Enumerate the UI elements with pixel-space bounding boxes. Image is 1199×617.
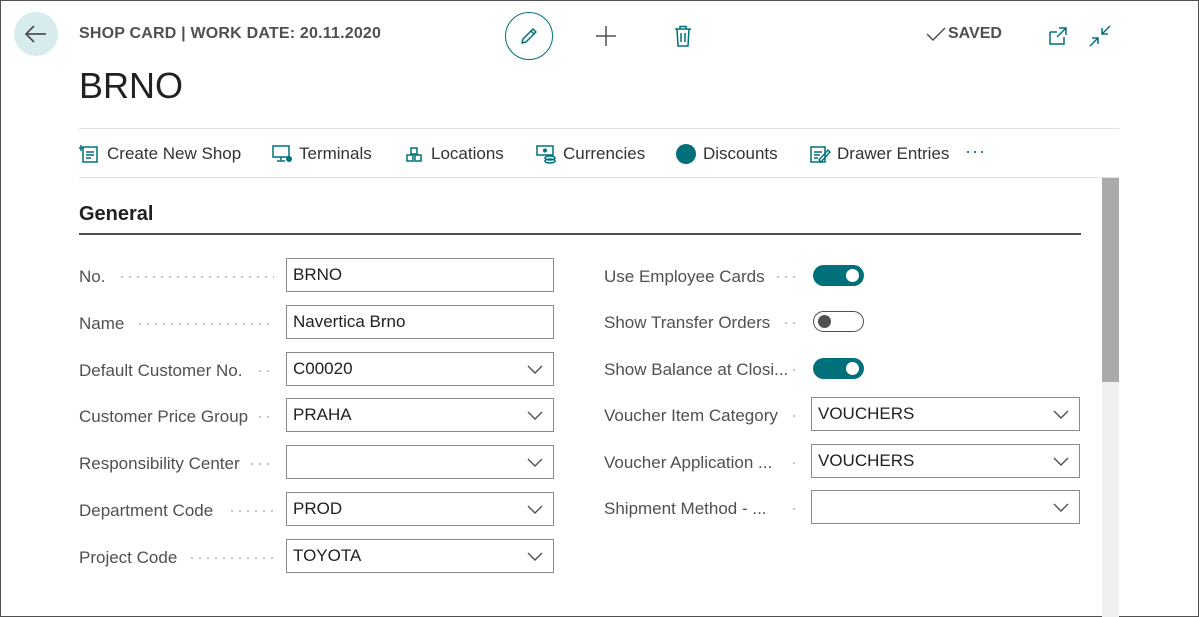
action-terminals[interactable]: Terminals	[271, 129, 372, 179]
label-dots	[782, 322, 800, 324]
action-label: Create New Shop	[107, 144, 242, 163]
use-employee-cards-toggle[interactable]	[813, 265, 864, 286]
open-new-window-button[interactable]	[1047, 25, 1069, 47]
no-field[interactable]: BRNO	[286, 258, 554, 292]
show-transfer-orders-toggle[interactable]	[813, 311, 864, 332]
voucher-item-category-dropdown[interactable]: VOUCHERS	[811, 397, 1080, 431]
field-label-shipment-method: Shipment Method - ...	[604, 499, 767, 518]
chevron-down-icon	[1053, 410, 1069, 419]
action-label: Currencies	[563, 144, 646, 163]
field-label-use-employee-cards: Use Employee Cards	[604, 267, 765, 286]
discounts-icon	[676, 144, 696, 164]
saved-label: SAVED	[948, 25, 1002, 42]
pencil-icon	[521, 28, 537, 44]
label-dots	[790, 508, 800, 510]
label-dots	[774, 276, 800, 278]
action-label: Terminals	[299, 144, 372, 163]
create-shop-icon	[79, 145, 98, 163]
field-label-show-balance-at-closing: Show Balance at Closi...	[604, 360, 789, 379]
arrow-left-icon	[24, 25, 46, 43]
responsibility-center-dropdown[interactable]	[286, 445, 554, 479]
page-caption: SHOP CARD | WORK DATE: 20.11.2020	[79, 25, 382, 42]
toggle-knob	[846, 269, 859, 282]
field-label-project-code: Project Code	[79, 548, 178, 567]
label-dots	[256, 416, 274, 418]
label-dots	[228, 510, 274, 512]
action-discounts[interactable]: Discounts	[675, 129, 778, 179]
field-label-name: Name	[79, 314, 125, 333]
more-actions-button[interactable]: ···	[965, 141, 986, 162]
trash-icon	[675, 25, 691, 47]
label-dots	[790, 415, 800, 417]
field-label-voucher-application: Voucher Application ...	[604, 453, 773, 472]
delete-button[interactable]	[672, 24, 694, 48]
action-label: Drawer Entries	[837, 144, 950, 163]
toggle-knob	[846, 362, 859, 375]
back-button[interactable]	[14, 12, 58, 56]
collapse-button[interactable]	[1088, 24, 1112, 48]
shipment-method-dropdown[interactable]	[811, 490, 1080, 524]
open-in-new-window-icon	[1049, 27, 1067, 45]
voucher-application-dropdown[interactable]: VOUCHERS	[811, 444, 1080, 478]
default-customer-no-dropdown[interactable]: C00020	[286, 352, 554, 386]
chevron-down-icon	[527, 365, 543, 374]
chevron-down-icon	[1053, 503, 1069, 512]
drawer-entries-icon	[810, 146, 831, 164]
section-divider	[79, 233, 1081, 235]
chevron-down-icon	[527, 411, 543, 420]
department-code-dropdown[interactable]: PROD	[286, 492, 554, 526]
label-dots	[790, 369, 800, 371]
toggle-knob	[818, 314, 831, 328]
add-button[interactable]	[594, 24, 618, 48]
label-dots	[136, 323, 274, 325]
field-label-voucher-item-category: Voucher Item Category	[604, 406, 778, 425]
label-dots	[188, 557, 274, 559]
label-dots	[248, 463, 274, 465]
checkmark-icon	[926, 27, 946, 42]
customer-price-group-dropdown[interactable]: PRAHA	[286, 398, 554, 432]
chevron-down-icon	[1053, 457, 1069, 466]
action-label: Locations	[431, 144, 504, 163]
collapse-icon	[1089, 25, 1111, 47]
action-bar: Create New Shop Terminals Locations Curr…	[79, 128, 1119, 178]
action-create-new-shop[interactable]: Create New Shop	[79, 129, 241, 179]
chevron-down-icon	[527, 458, 543, 467]
label-dots	[256, 370, 274, 372]
label-dots	[118, 276, 274, 278]
show-balance-at-closing-toggle[interactable]	[813, 358, 864, 379]
chevron-down-icon	[527, 552, 543, 561]
saved-status: SAVED	[926, 25, 1002, 43]
label-dots	[790, 462, 800, 464]
field-label-customer-price-group: Customer Price Group	[79, 407, 249, 426]
action-currencies[interactable]: Currencies	[535, 129, 645, 179]
section-title: General	[79, 203, 154, 225]
page-title: BRNO	[79, 65, 184, 106]
action-label: Discounts	[703, 144, 778, 163]
chevron-down-icon	[527, 505, 543, 514]
action-locations[interactable]: Locations	[405, 129, 504, 179]
field-label-no: No.	[79, 267, 106, 286]
project-code-dropdown[interactable]: TOYOTA	[286, 539, 554, 573]
scrollbar-thumb[interactable]	[1102, 178, 1119, 382]
plus-icon	[596, 26, 616, 46]
field-label-responsibility-center: Responsibility Center	[79, 454, 240, 473]
edit-button[interactable]	[505, 12, 553, 60]
field-label-department-code: Department Code	[79, 501, 214, 520]
field-label-default-customer-no: Default Customer No.	[79, 361, 243, 380]
field-label-show-transfer-orders: Show Transfer Orders	[604, 313, 771, 332]
name-field[interactable]: Navertica Brno	[286, 305, 554, 339]
terminal-icon	[272, 145, 292, 162]
locations-icon	[406, 147, 422, 162]
action-drawer-entries[interactable]: Drawer Entries	[809, 129, 949, 179]
currencies-icon	[536, 145, 556, 164]
